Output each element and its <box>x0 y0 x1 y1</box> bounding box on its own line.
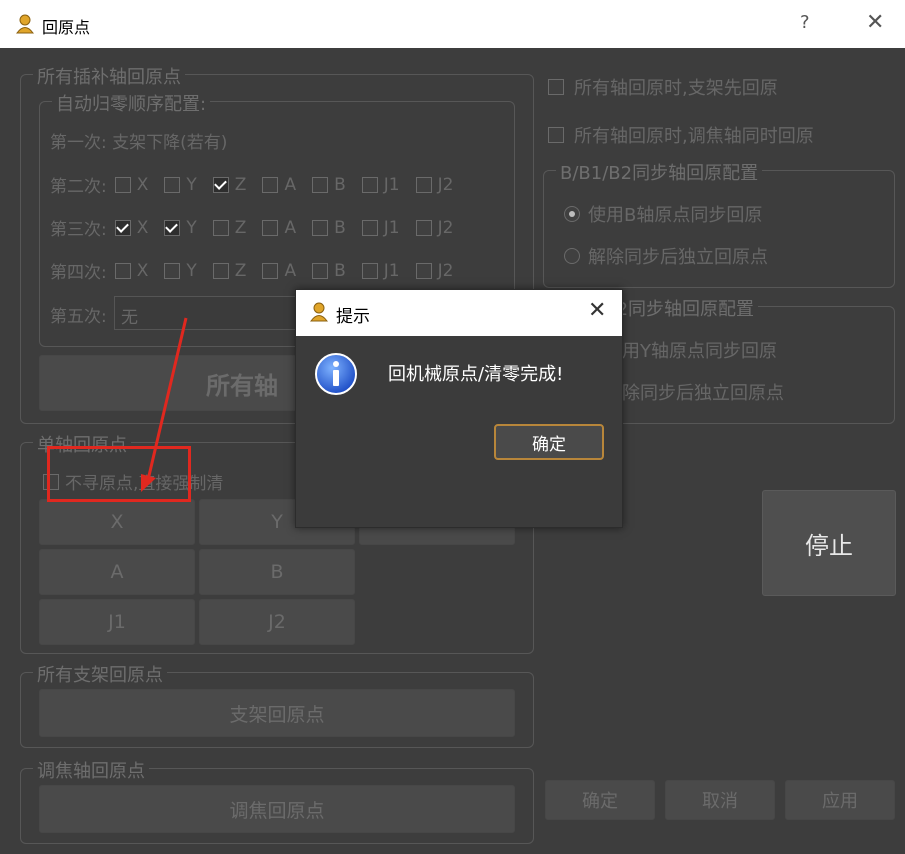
dialog-ok-button[interactable]: 确定 <box>494 424 604 460</box>
dialog-titlebar: 提示 ✕ <box>296 290 622 336</box>
button-label: 确定 <box>532 434 566 455</box>
info-icon <box>314 352 358 400</box>
dialog-title: 提示 <box>336 307 370 327</box>
dialog-message: 回机械原点/清零完成! <box>388 364 564 385</box>
dialog-close-button[interactable]: ✕ <box>588 298 606 323</box>
user-icon <box>310 302 328 326</box>
annotation-highlight-box <box>47 446 191 502</box>
message-dialog: 提示 ✕ 回机械原点/清零完成! 确定 <box>295 289 623 528</box>
